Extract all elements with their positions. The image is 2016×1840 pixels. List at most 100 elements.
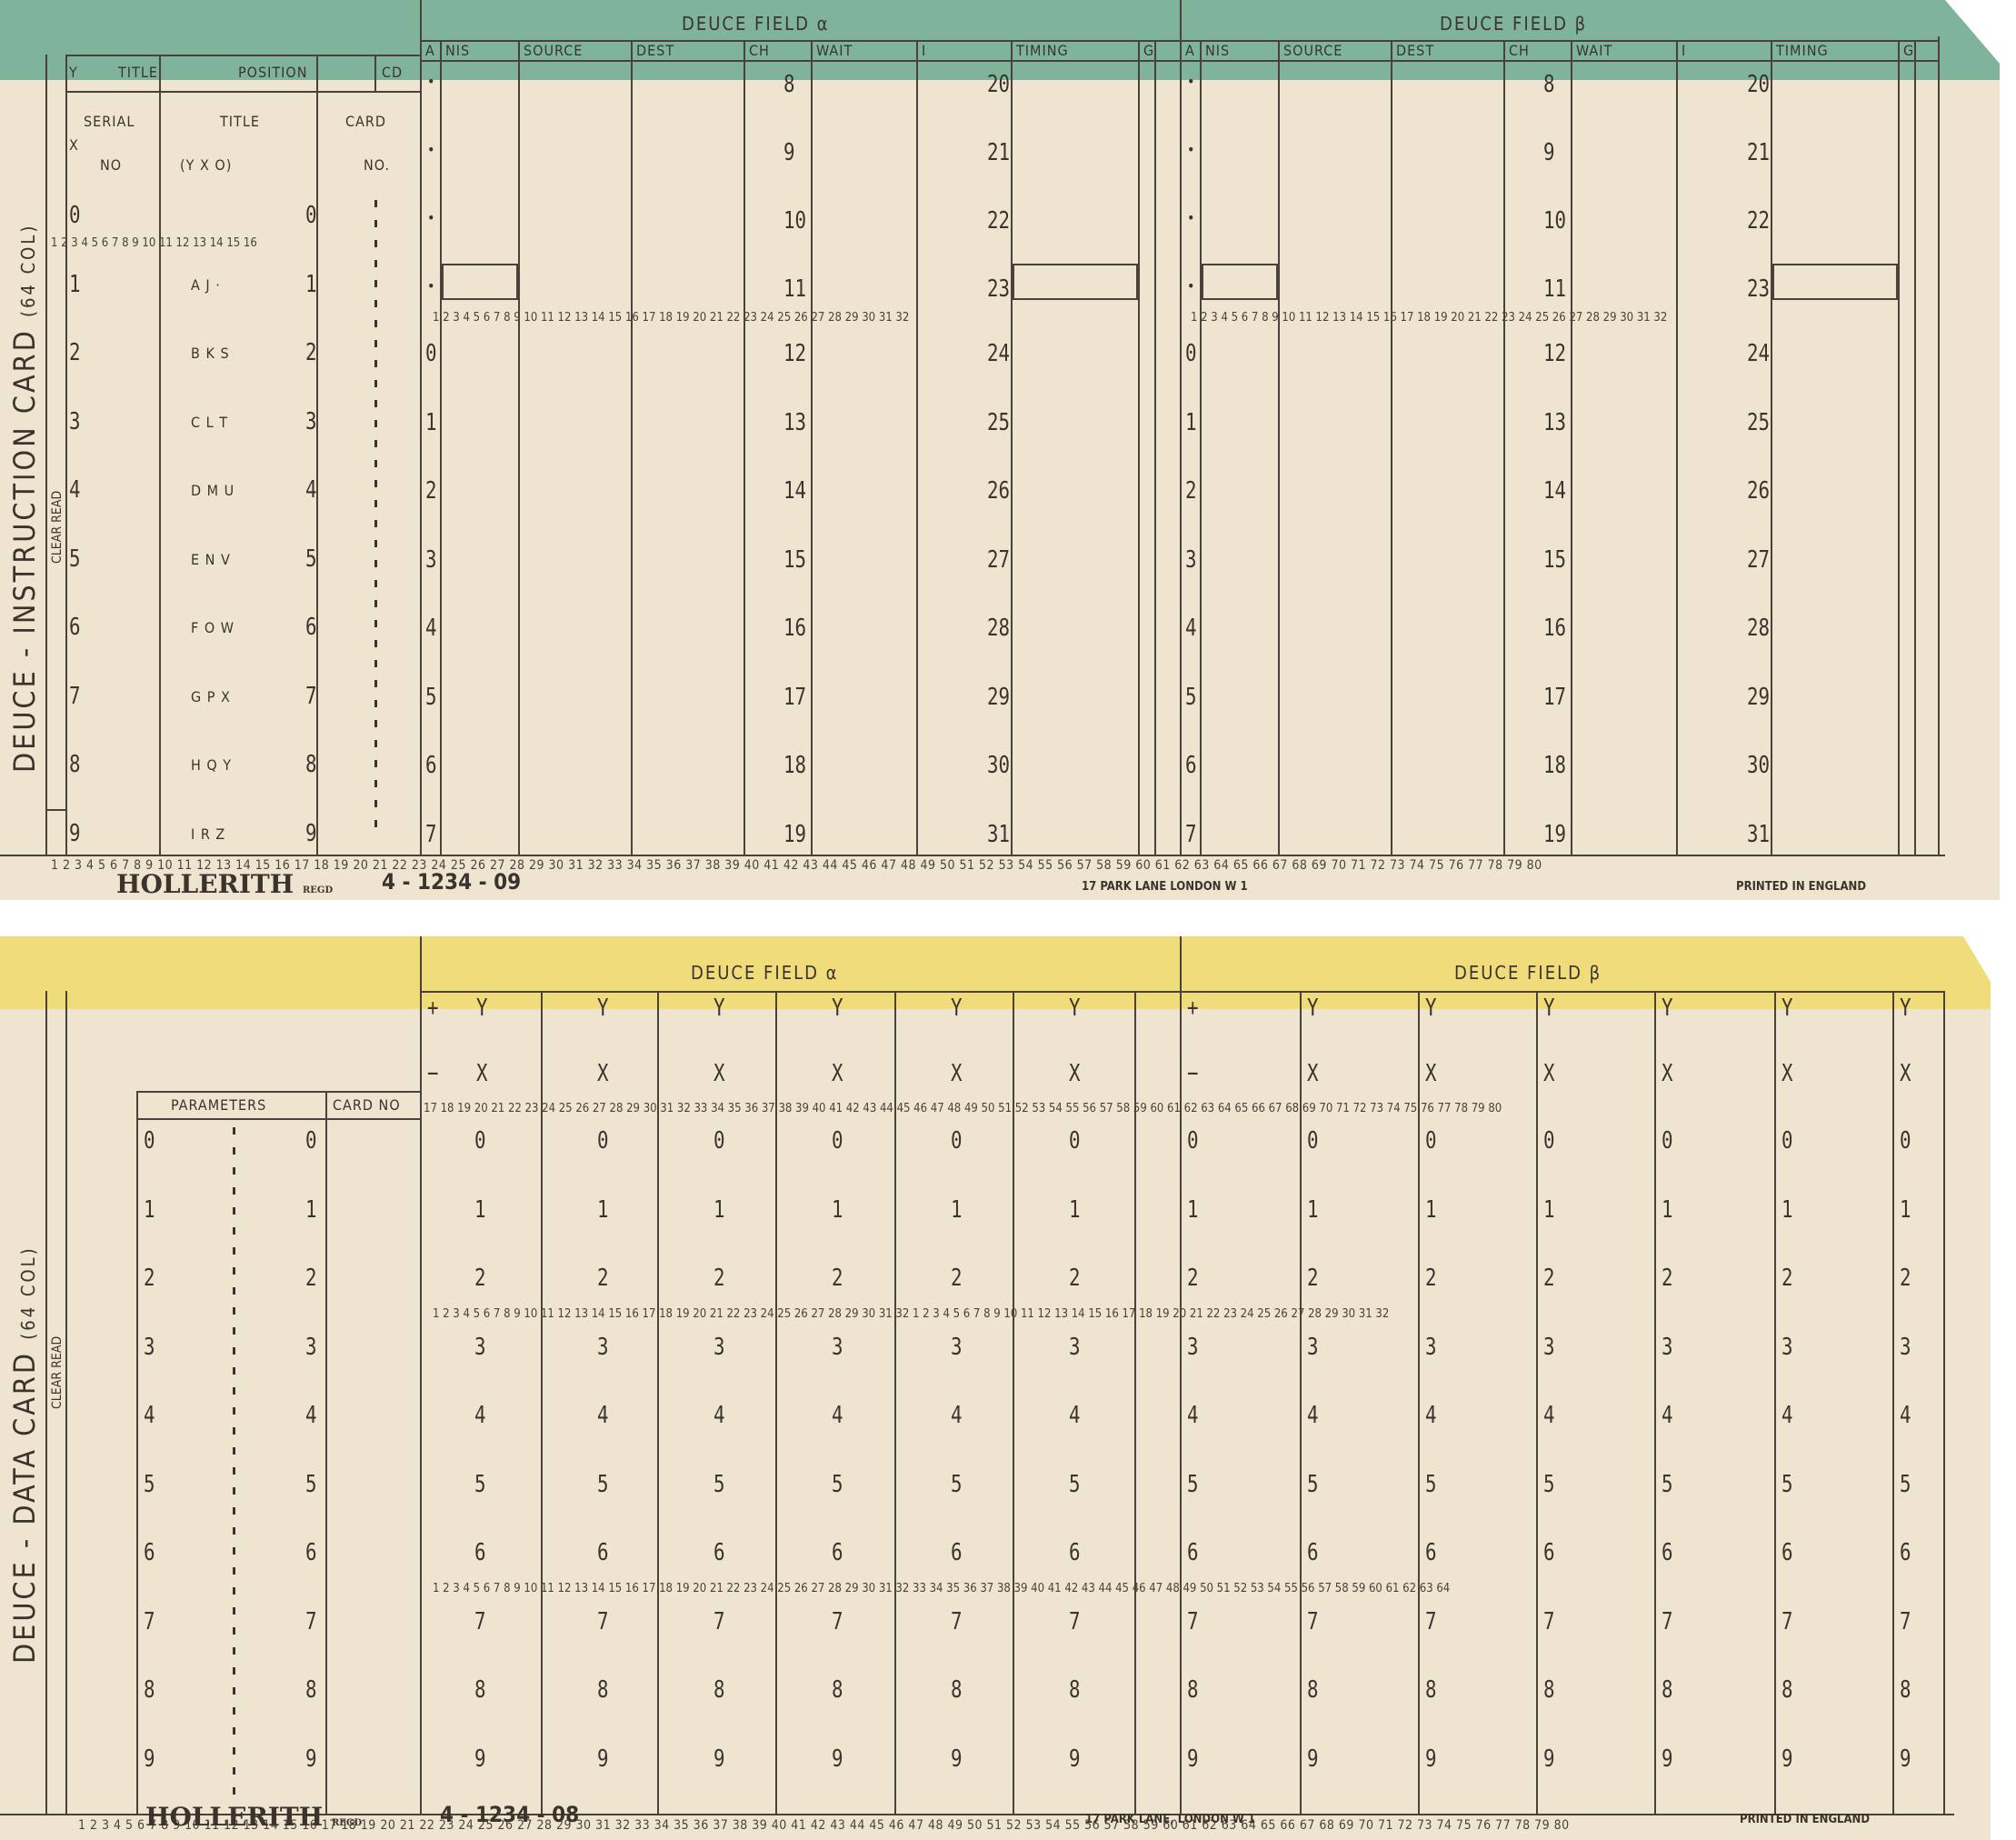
field-beta-header-7: TIMING (1776, 42, 1829, 59)
data-alpha-col1-digit-9: 9 (597, 1745, 609, 1773)
data-beta-col0-digit-2: 2 (1187, 1265, 1199, 1292)
data-field-alpha-label: DEUCE FIELD α (691, 962, 839, 984)
field-alpha-dot-2: • (427, 209, 436, 226)
data-beta-col-line-4 (1654, 991, 1656, 1814)
param-digit-left-9: 9 (144, 1745, 155, 1773)
data-beta-col4-digit-6: 6 (1662, 1539, 1673, 1566)
field-alpha-ch-12: 12 (783, 340, 807, 367)
field-alpha-a-3: 3 (425, 545, 437, 574)
data-mid-col-numbers: 1 2 3 4 5 6 7 8 9 10 11 12 13 14 15 16 1… (433, 1307, 1390, 1321)
field-beta-col-line-3 (1391, 40, 1392, 855)
data-alpha-col2-digit-2: 2 (714, 1265, 725, 1292)
instruction-card: DEUCE - INSTRUCTION CARD (64 COL) CLEAR … (0, 0, 2000, 900)
data-alpha-x-2: X (714, 1060, 725, 1087)
data-beta-col1-digit-9: 9 (1307, 1745, 1319, 1773)
data-beta-col6-digit-0: 0 (1900, 1127, 1911, 1155)
data-beta-col4-digit-3: 3 (1662, 1333, 1673, 1361)
data-beta-col5-digit-2: 2 (1781, 1265, 1793, 1292)
field-alpha-a-1: 1 (425, 408, 437, 436)
data-alpha-y-1: Y (597, 995, 609, 1022)
card-digit-9: 9 (305, 819, 317, 847)
field-beta-ch-10: 10 (1543, 207, 1567, 235)
data-beta-col0-digit-1: 1 (1187, 1195, 1199, 1224)
data-alpha-col5-digit-7: 7 (1069, 1607, 1081, 1635)
field-alpha-ch-16: 16 (783, 615, 807, 642)
field-alpha-ch-9: 9 (783, 139, 795, 166)
field-alpha-ch-13: 13 (783, 408, 807, 436)
data-beta-col3-digit-6: 6 (1543, 1539, 1555, 1566)
hollerith-logo: HOLLERITH REGD (116, 869, 333, 899)
data-alpha-col0-digit-3: 3 (474, 1333, 486, 1361)
data-alpha-col5-digit-9: 9 (1069, 1745, 1081, 1773)
data-alpha-col1-digit-5: 5 (597, 1470, 609, 1498)
field-beta-i-31: 31 (1747, 820, 1771, 848)
serial-digit-2: 2 (69, 339, 81, 366)
maker-name: HOLLERITH (116, 869, 294, 899)
data-beta-col2-digit-9: 9 (1425, 1745, 1437, 1773)
field-alpha-ch-8: 8 (783, 71, 795, 98)
param-dash-line (233, 1127, 235, 1800)
data-alpha-col0-digit-2: 2 (474, 1265, 486, 1292)
field-alpha-a-5: 5 (425, 683, 437, 711)
field-beta-dot-1: • (1187, 141, 1196, 158)
data-beta-col2-digit-4: 4 (1425, 1402, 1437, 1429)
data-beta-col3-digit-1: 1 (1543, 1195, 1555, 1224)
field-beta-ch-11: 11 (1543, 275, 1567, 303)
instruction-card-cols-text: (64 COL) (17, 223, 39, 318)
data-form-number: 4 - 1234 - 08 (440, 1802, 580, 1827)
data-alpha-col5-digit-0: 0 (1069, 1127, 1081, 1155)
title-letters-2: B K S (191, 345, 230, 362)
card-digit-1: 1 (305, 270, 317, 298)
data-beta-col6-digit-7: 7 (1900, 1607, 1911, 1635)
field-alpha-ch-10: 10 (783, 207, 807, 235)
title-letters-7: G P X (191, 687, 231, 705)
data-beta-col3-digit-4: 4 (1543, 1402, 1555, 1429)
data-beta-col4-digit-9: 9 (1662, 1745, 1673, 1773)
field-alpha-header-5: WAIT (816, 42, 853, 59)
data-beta-y-0: + (1187, 995, 1199, 1022)
data-beta-x-2: X (1425, 1060, 1437, 1087)
data-alpha-col4-digit-0: 0 (951, 1127, 963, 1155)
data-alpha-y-0: Y (476, 995, 488, 1022)
field-beta-a-5: 5 (1185, 683, 1197, 711)
data-alpha-col2-digit-3: 3 (714, 1333, 725, 1361)
data-beta-col2-digit-1: 1 (1425, 1195, 1437, 1224)
field-beta-a-7: 7 (1185, 820, 1197, 848)
parameters-header: PARAMETERS (171, 1096, 267, 1114)
field-alpha-i-9: 21 (987, 139, 1011, 166)
field-beta-col-line-7 (1771, 40, 1772, 855)
param-digit-left-6: 6 (144, 1539, 155, 1566)
field-alpha-header-1: NIS (445, 42, 471, 59)
data-beta-col6-digit-1: 1 (1900, 1195, 1911, 1224)
field-beta-dot-0: • (1187, 73, 1196, 90)
data-low-col-numbers: 1 2 3 4 5 6 7 8 9 10 11 12 13 14 15 16 1… (433, 1582, 1451, 1595)
data-beta-col3-digit-7: 7 (1543, 1607, 1555, 1635)
field-beta-header-0: A (1185, 42, 1195, 59)
field-alpha-col-line-7 (1011, 40, 1013, 855)
field-beta-ch-19: 19 (1543, 820, 1567, 848)
data-alpha-col2-digit-0: 0 (714, 1127, 725, 1155)
field-alpha-i-10: 22 (987, 207, 1011, 235)
data-beta-col4-digit-5: 5 (1662, 1470, 1673, 1498)
form-number: 4 - 1234 - 09 (382, 869, 522, 895)
data-alpha-col3-digit-2: 2 (832, 1265, 843, 1292)
param-mid (325, 1091, 327, 1814)
data-card-side-title: DEUCE - DATA CARD (64 COL) (7, 1245, 42, 1664)
data-beta-y-1: Y (1307, 995, 1319, 1022)
data-beta-col2-digit-8: 8 (1425, 1676, 1437, 1704)
data-beta-col1-digit-6: 6 (1307, 1539, 1319, 1566)
left-header-bottom (65, 91, 420, 93)
serial-digit-8: 8 (69, 751, 81, 778)
field-beta-ch-18: 18 (1543, 752, 1567, 779)
card-digit-3: 3 (305, 407, 317, 435)
field-beta-ch-8: 8 (1543, 71, 1555, 98)
data-alpha-col3-digit-1: 1 (832, 1195, 843, 1224)
data-beta-col6-digit-5: 5 (1900, 1470, 1911, 1498)
data-beta-col2-digit-7: 7 (1425, 1607, 1437, 1635)
field-alpha-ch-19: 19 (783, 820, 807, 848)
data-beta-col2-digit-5: 5 (1425, 1470, 1437, 1498)
field-beta-i-26: 26 (1747, 477, 1771, 505)
data-top-col-numbers: 17 18 19 20 21 22 23 24 25 26 27 28 29 3… (424, 1102, 1502, 1115)
data-beta-col3-digit-5: 5 (1543, 1470, 1555, 1498)
data-alpha-col4-digit-8: 8 (951, 1676, 963, 1704)
